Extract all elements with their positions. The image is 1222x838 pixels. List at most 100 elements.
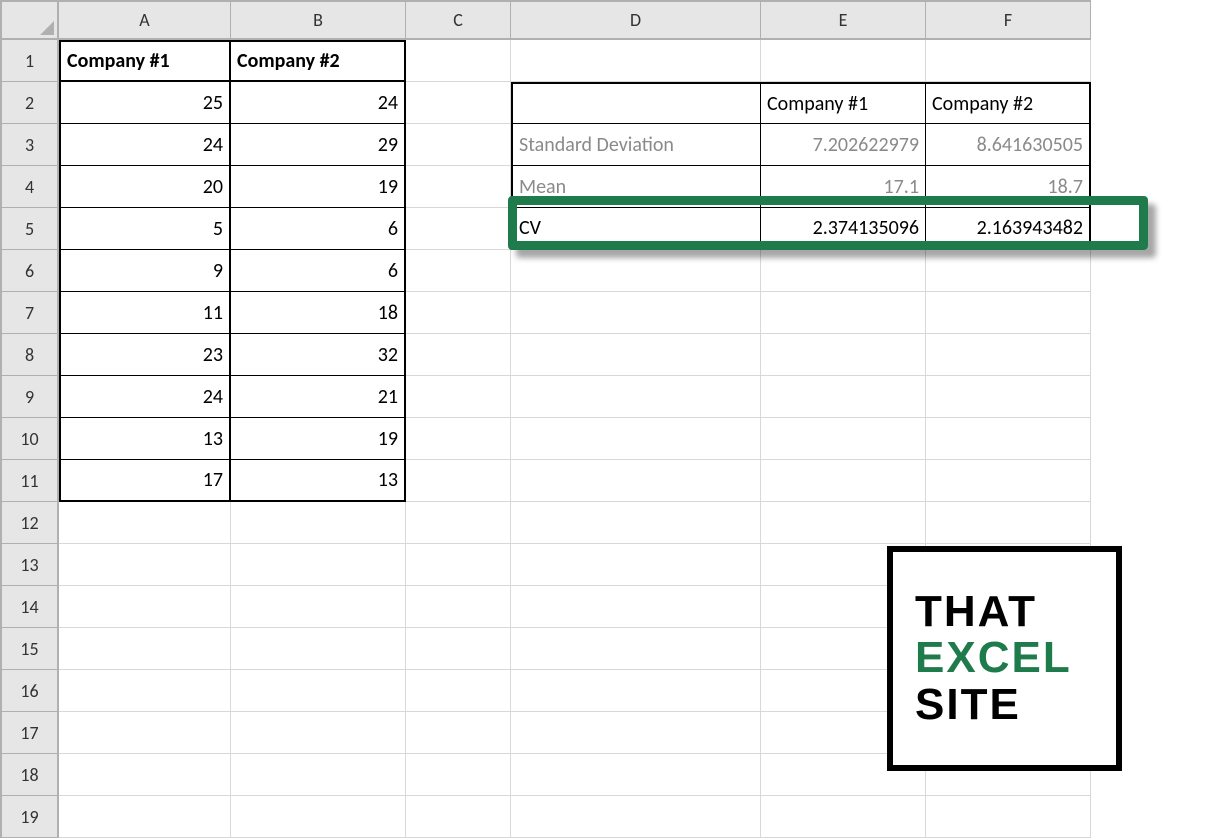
cell-A18[interactable] xyxy=(59,754,231,796)
cell-A1[interactable]: Company #1 xyxy=(59,40,231,82)
col-header-C[interactable]: C xyxy=(406,2,511,40)
cell-F11[interactable] xyxy=(926,460,1091,502)
cell-F8[interactable] xyxy=(926,334,1091,376)
row-header-2[interactable]: 2 xyxy=(2,82,59,124)
cell-C17[interactable] xyxy=(406,712,511,754)
cell-E6[interactable] xyxy=(761,250,926,292)
row-header-3[interactable]: 3 xyxy=(2,124,59,166)
cell-D18[interactable] xyxy=(511,754,761,796)
cell-F5[interactable]: 2.163943482 xyxy=(926,208,1091,250)
cell-D13[interactable] xyxy=(511,544,761,586)
cell-E11[interactable] xyxy=(761,460,926,502)
cell-A16[interactable] xyxy=(59,670,231,712)
row-header-1[interactable]: 1 xyxy=(2,40,59,82)
row-header-17[interactable]: 17 xyxy=(2,712,59,754)
cell-A12[interactable] xyxy=(59,502,231,544)
cell-F6[interactable] xyxy=(926,250,1091,292)
cell-F10[interactable] xyxy=(926,418,1091,460)
cell-C10[interactable] xyxy=(406,418,511,460)
cell-E10[interactable] xyxy=(761,418,926,460)
cell-E4[interactable]: 17.1 xyxy=(761,166,926,208)
cell-A15[interactable] xyxy=(59,628,231,670)
cell-B4[interactable]: 19 xyxy=(231,166,406,208)
cell-B6[interactable]: 6 xyxy=(231,250,406,292)
cell-B12[interactable] xyxy=(231,502,406,544)
row-header-19[interactable]: 19 xyxy=(2,796,59,838)
cell-E7[interactable] xyxy=(761,292,926,334)
cell-E3[interactable]: 7.202622979 xyxy=(761,124,926,166)
cell-A6[interactable]: 9 xyxy=(59,250,231,292)
cell-C2[interactable] xyxy=(406,82,511,124)
cell-C19[interactable] xyxy=(406,796,511,838)
cell-B3[interactable]: 29 xyxy=(231,124,406,166)
select-all-corner[interactable] xyxy=(2,2,59,40)
cell-B16[interactable] xyxy=(231,670,406,712)
cell-C1[interactable] xyxy=(406,40,511,82)
cell-C18[interactable] xyxy=(406,754,511,796)
cell-A7[interactable]: 11 xyxy=(59,292,231,334)
cell-F19[interactable] xyxy=(926,796,1091,838)
cell-C14[interactable] xyxy=(406,586,511,628)
cell-C13[interactable] xyxy=(406,544,511,586)
row-header-6[interactable]: 6 xyxy=(2,250,59,292)
cell-D12[interactable] xyxy=(511,502,761,544)
cell-D4[interactable]: Mean xyxy=(511,166,761,208)
cell-C9[interactable] xyxy=(406,376,511,418)
cell-C5[interactable] xyxy=(406,208,511,250)
cell-F3[interactable]: 8.641630505 xyxy=(926,124,1091,166)
row-header-14[interactable]: 14 xyxy=(2,586,59,628)
cell-A13[interactable] xyxy=(59,544,231,586)
col-header-F[interactable]: F xyxy=(926,2,1091,40)
cell-B9[interactable]: 21 xyxy=(231,376,406,418)
cell-F12[interactable] xyxy=(926,502,1091,544)
cell-B18[interactable] xyxy=(231,754,406,796)
cell-B2[interactable]: 24 xyxy=(231,82,406,124)
cell-B15[interactable] xyxy=(231,628,406,670)
cell-B5[interactable]: 6 xyxy=(231,208,406,250)
cell-E2[interactable]: Company #1 xyxy=(761,82,926,124)
cell-C3[interactable] xyxy=(406,124,511,166)
cell-F4[interactable]: 18.7 xyxy=(926,166,1091,208)
row-header-15[interactable]: 15 xyxy=(2,628,59,670)
cell-D6[interactable] xyxy=(511,250,761,292)
cell-D5[interactable]: CV xyxy=(511,208,761,250)
cell-E9[interactable] xyxy=(761,376,926,418)
row-header-10[interactable]: 10 xyxy=(2,418,59,460)
cell-F7[interactable] xyxy=(926,292,1091,334)
cell-B14[interactable] xyxy=(231,586,406,628)
col-header-A[interactable]: A xyxy=(59,2,231,40)
cell-D14[interactable] xyxy=(511,586,761,628)
row-header-7[interactable]: 7 xyxy=(2,292,59,334)
row-header-16[interactable]: 16 xyxy=(2,670,59,712)
col-header-D[interactable]: D xyxy=(511,2,761,40)
cell-A19[interactable] xyxy=(59,796,231,838)
cell-A8[interactable]: 23 xyxy=(59,334,231,376)
cell-C6[interactable] xyxy=(406,250,511,292)
cell-D2[interactable] xyxy=(511,82,761,124)
row-header-18[interactable]: 18 xyxy=(2,754,59,796)
cell-A11[interactable]: 17 xyxy=(59,460,231,502)
cell-A9[interactable]: 24 xyxy=(59,376,231,418)
cell-D11[interactable] xyxy=(511,460,761,502)
cell-B7[interactable]: 18 xyxy=(231,292,406,334)
cell-D15[interactable] xyxy=(511,628,761,670)
cell-A5[interactable]: 5 xyxy=(59,208,231,250)
cell-E12[interactable] xyxy=(761,502,926,544)
cell-C15[interactable] xyxy=(406,628,511,670)
col-header-E[interactable]: E xyxy=(761,2,926,40)
cell-A3[interactable]: 24 xyxy=(59,124,231,166)
cell-E5[interactable]: 2.374135096 xyxy=(761,208,926,250)
cell-D3[interactable]: Standard Deviation xyxy=(511,124,761,166)
cell-D9[interactable] xyxy=(511,376,761,418)
row-header-12[interactable]: 12 xyxy=(2,502,59,544)
cell-A14[interactable] xyxy=(59,586,231,628)
cell-B11[interactable]: 13 xyxy=(231,460,406,502)
row-header-4[interactable]: 4 xyxy=(2,166,59,208)
col-header-B[interactable]: B xyxy=(231,2,406,40)
cell-B10[interactable]: 19 xyxy=(231,418,406,460)
cell-B17[interactable] xyxy=(231,712,406,754)
cell-D16[interactable] xyxy=(511,670,761,712)
row-header-11[interactable]: 11 xyxy=(2,460,59,502)
row-header-5[interactable]: 5 xyxy=(2,208,59,250)
cell-D10[interactable] xyxy=(511,418,761,460)
